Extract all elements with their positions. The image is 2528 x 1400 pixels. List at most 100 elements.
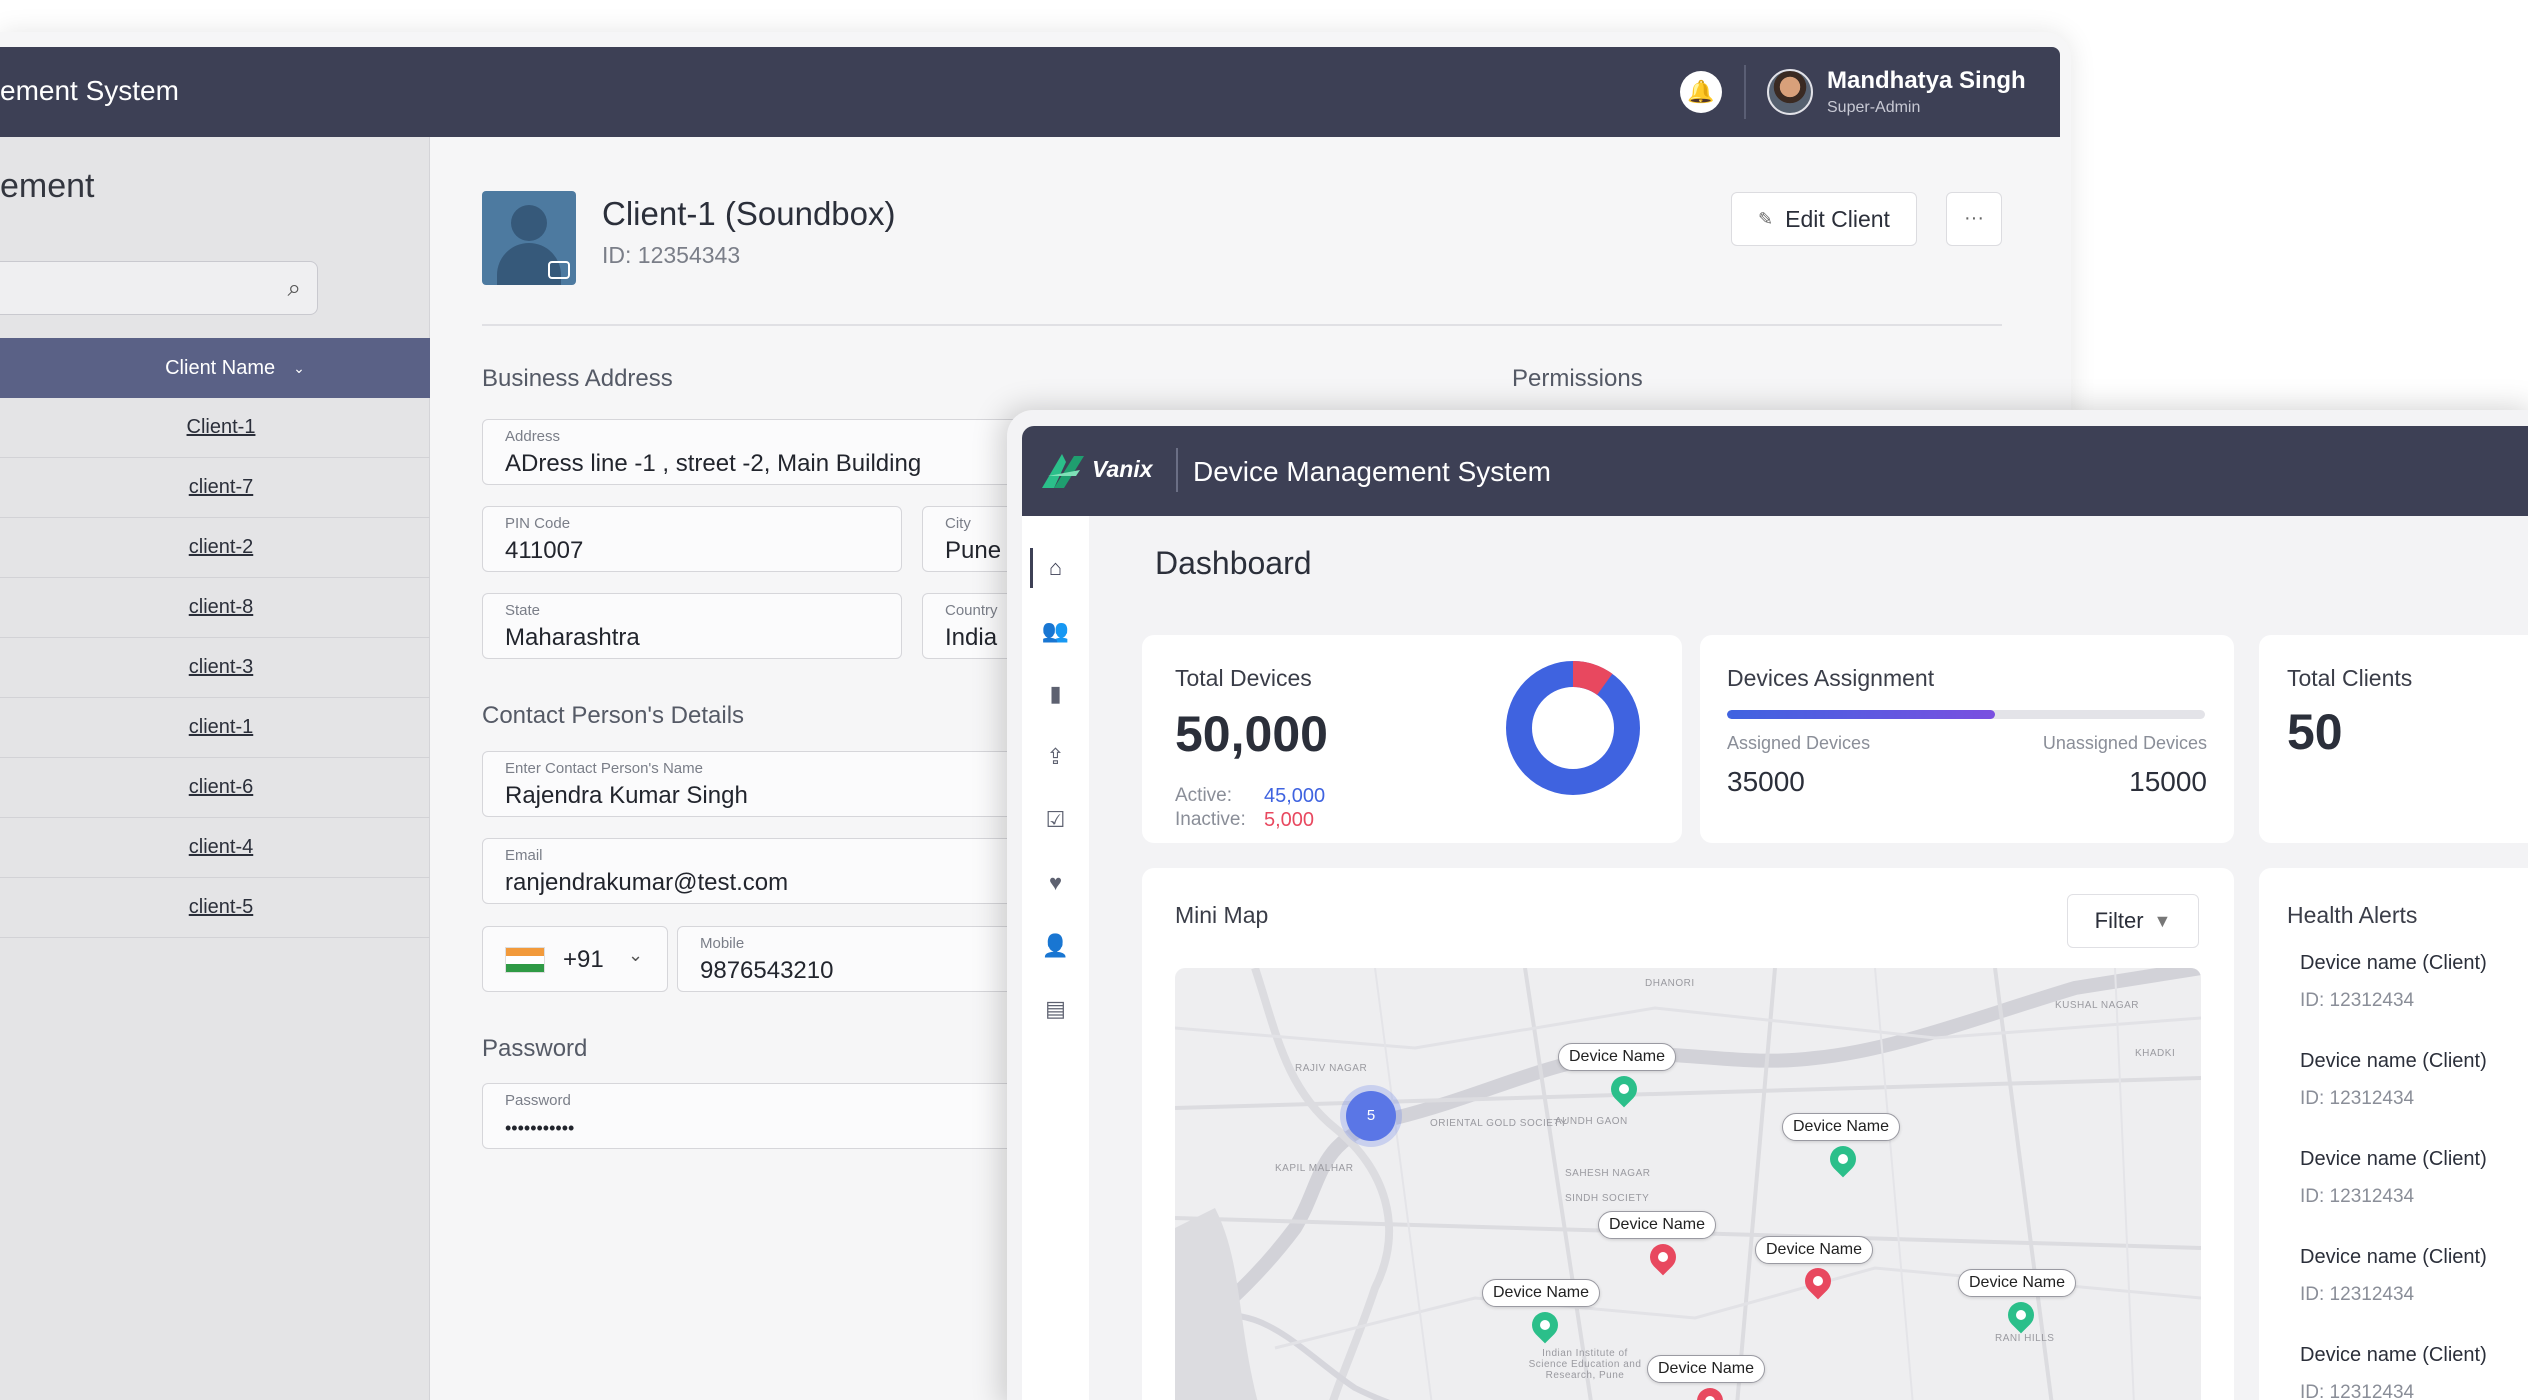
device-icon[interactable]: ▮ (1022, 672, 1089, 716)
dashboard-window: Vanix Device Management System ⌂ 👥 ▮ ⇪ ☑… (1007, 410, 2528, 1400)
home-icon[interactable]: ⌂ (1022, 546, 1089, 590)
country-label: Country (945, 602, 998, 619)
map-pin-label[interactable]: Device Name (1782, 1113, 1901, 1141)
country-code-select[interactable]: +91 ⌄ (482, 926, 668, 992)
unassigned-value: 15000 (2129, 766, 2207, 797)
edit-client-label: Edit Client (1785, 205, 1890, 232)
business-address-heading: Business Address (482, 365, 673, 392)
client-link[interactable]: client-4 (189, 836, 253, 859)
alert-device-name[interactable]: Device name (Client) (2300, 1344, 2487, 1367)
heart-icon[interactable]: ♥ (1022, 861, 1089, 905)
chevron-down-icon[interactable]: ⌄ (293, 360, 305, 377)
city-label: City (945, 515, 971, 532)
map-pin-label[interactable]: Device Name (1958, 1269, 2077, 1297)
alert-device-id: ID: 12312434 (2300, 1186, 2415, 1207)
list-item[interactable]: client-4 (0, 818, 430, 878)
map-place-label: Indian Institute of Science Education an… (1528, 1348, 1642, 1381)
map-view[interactable]: RAJIV NAGAR KAPIL MALHAR DHANORI ORIENTA… (1175, 968, 2201, 1400)
password-heading: Password (482, 1035, 588, 1062)
mobile-label: Mobile (700, 935, 745, 952)
chevron-down-icon: ⌄ (628, 945, 644, 965)
map-pin-label[interactable]: Device Name (1482, 1279, 1601, 1307)
client-link[interactable]: client-8 (189, 596, 253, 619)
user-role: Super-Admin (1827, 99, 1921, 116)
map-place-label: RANI HILLS (1995, 1333, 2055, 1344)
map-place-label: DHANORI (1645, 978, 1695, 989)
page-title: Dashboard (1155, 545, 1312, 581)
sidebar-heading: ement (0, 167, 95, 205)
list-item[interactable]: client-6 (0, 758, 430, 818)
list-item[interactable]: client-1 (0, 698, 430, 758)
list-item[interactable]: client-7 (0, 458, 430, 518)
map-pin-label[interactable]: Device Name (1598, 1211, 1717, 1239)
donut-active-slice (1506, 661, 1640, 795)
list-item[interactable]: client-2 (0, 518, 430, 578)
vanix-logo-icon (1042, 454, 1084, 488)
user-icon[interactable]: 👤 (1022, 924, 1089, 968)
list-item[interactable]: client-5 (0, 878, 430, 938)
contact-name-value: Rajendra Kumar Singh (505, 782, 748, 809)
divider (482, 324, 2002, 326)
address-label: Address (505, 428, 561, 445)
alert-device-name[interactable]: Device name (Client) (2300, 1050, 2487, 1073)
address-value: ADress line -1 , street -2, Main Buildin… (505, 450, 922, 477)
client-link[interactable]: client-5 (189, 896, 253, 919)
client-link[interactable]: client-6 (189, 776, 253, 799)
pin-code-label: PIN Code (505, 515, 571, 532)
bell-icon[interactable]: 🔔 (1680, 71, 1722, 113)
card-title: Mini Map (1175, 902, 1269, 928)
map-pin-label[interactable]: Device Name (1755, 1236, 1874, 1264)
card-title: Total Clients (2287, 665, 2413, 691)
health-alerts-card: Health Alerts Device name (Client) ID: 1… (2259, 868, 2528, 1400)
top-header: Vanix Device Management System (1022, 426, 2528, 516)
search-input[interactable]: ⌕ (0, 261, 318, 315)
edit-client-button[interactable]: ✎ Edit Client (1731, 192, 1917, 246)
alert-device-name[interactable]: Device name (Client) (2300, 1148, 2487, 1171)
permissions-heading: Permissions (1512, 365, 1643, 392)
state-field[interactable]: State Maharashtra (482, 593, 902, 659)
client-link[interactable]: client-3 (189, 656, 253, 679)
card-title: Total Devices (1175, 665, 1312, 691)
map-place-label: ORIENTAL GOLD SOCIETY (1430, 1118, 1568, 1129)
person-silhouette-icon (511, 205, 547, 241)
client-link[interactable]: client-2 (189, 536, 253, 559)
document-icon[interactable]: ▤ (1022, 987, 1089, 1031)
filter-button[interactable]: Filter ▼ (2067, 894, 2199, 948)
column-header-client-name[interactable]: Client Name ⌄ (0, 338, 430, 398)
more-options-button[interactable]: ··· (1946, 192, 2002, 246)
alert-device-name[interactable]: Device name (Client) (2300, 952, 2487, 975)
alert-device-name[interactable]: Device name (Client) (2300, 1246, 2487, 1269)
client-name: Client-1 (Soundbox) (602, 195, 896, 232)
map-pin-label[interactable]: Device Name (1647, 1355, 1766, 1383)
camera-icon[interactable] (548, 261, 570, 279)
filter-label: Filter (2094, 908, 2144, 933)
list-item[interactable]: client-8 (0, 578, 430, 638)
map-cluster-marker[interactable]: 5 (1346, 1091, 1396, 1141)
header-divider (1744, 65, 1746, 119)
client-link[interactable]: client-7 (189, 476, 253, 499)
alert-device-id: ID: 12312434 (2300, 1284, 2415, 1305)
contact-name-label: Enter Contact Person's Name (505, 760, 703, 777)
search-icon[interactable]: ⌕ (288, 275, 301, 303)
list-item[interactable]: client-3 (0, 638, 430, 698)
upload-icon[interactable]: ⇪ (1022, 735, 1089, 779)
avatar[interactable] (1767, 69, 1813, 115)
unassigned-label: Unassigned Devices (2042, 733, 2207, 753)
assigned-value: 35000 (1727, 766, 1805, 797)
email-value: ranjendrakumar@test.com (505, 869, 789, 896)
pin-code-field[interactable]: PIN Code 411007 (482, 506, 902, 572)
users-icon[interactable]: 👥 (1022, 609, 1089, 653)
client-link[interactable]: Client-1 (187, 416, 256, 439)
client-link[interactable]: client-1 (189, 716, 253, 739)
client-avatar[interactable] (482, 191, 576, 285)
logo-text: Vanix (1092, 456, 1153, 482)
email-label: Email (505, 847, 543, 864)
map-place-label: KHADKI (2135, 1048, 2176, 1059)
total-clients-value: 50 (2287, 704, 2343, 760)
map-pin-label[interactable]: Device Name (1558, 1043, 1677, 1071)
list-item[interactable]: Client-1 (0, 398, 430, 458)
assignment-progress-track (1727, 710, 2205, 719)
clipboard-icon[interactable]: ☑ (1022, 798, 1089, 842)
assigned-label: Assigned Devices (1727, 733, 1871, 753)
devices-assignment-card: Devices Assignment Assigned Devices Unas… (1700, 635, 2234, 843)
